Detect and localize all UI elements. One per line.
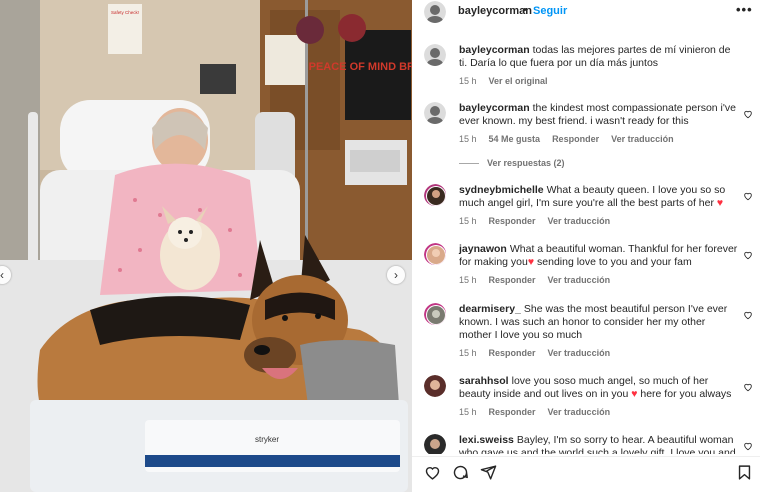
see-translation-link[interactable]: Ver traducción <box>548 407 611 417</box>
next-photo-button[interactable]: › <box>387 266 405 284</box>
comment-username-link[interactable]: jaynawon <box>459 243 507 255</box>
comment-meta: 15 h Responder Ver traducción <box>459 275 622 285</box>
comment-meta: 15 h Responder Ver traducción <box>459 407 622 417</box>
post-actions-bar <box>412 456 760 492</box>
like-comment-heart-icon[interactable] <box>743 310 753 320</box>
comment-body: bayleycorman todas las mejores partes de … <box>459 44 739 70</box>
bed-brand-text: stryker <box>255 435 279 444</box>
poster-text: PEACE OF MIND BRING IT <box>309 61 412 73</box>
comment-body: sarahhsol love you soso much angel, so mu… <box>459 375 739 401</box>
comment-likes[interactable]: 54 Me gusta <box>489 134 541 144</box>
like-comment-heart-icon[interactable] <box>743 441 753 451</box>
view-replies-label: Ver respuestas (2) <box>487 158 565 168</box>
comment-time[interactable]: 15 h <box>459 76 477 86</box>
hospital-photo-illustration: PEACE OF MIND BRING IT Safety Check! <box>0 0 412 492</box>
comment-meta: 15 h Ver el original <box>459 76 560 86</box>
see-original-link[interactable]: Ver el original <box>489 76 548 86</box>
heart-emoji: ♥ <box>631 388 638 400</box>
comment-body: bayleycorman the kindest most compassiona… <box>459 102 739 128</box>
comment-username-link[interactable]: dearmisery_ <box>459 303 521 315</box>
like-comment-heart-icon[interactable] <box>743 109 753 119</box>
see-translation-link[interactable]: Ver traducción <box>548 348 611 358</box>
comment-username-link[interactable]: sydneybmichelle <box>459 184 544 196</box>
author-avatar[interactable] <box>424 1 446 23</box>
comment-username-link[interactable]: sarahhsol <box>459 375 509 387</box>
post-sidebar: bayleycorman • Seguir ••• bayleycorman to… <box>412 0 760 492</box>
commenter-avatar[interactable] <box>424 434 446 454</box>
comment-time[interactable]: 15 h <box>459 407 477 417</box>
commenter-avatar[interactable] <box>424 375 446 397</box>
comment-time[interactable]: 15 h <box>459 275 477 285</box>
heart-icon[interactable] <box>424 464 441 481</box>
comment-body: sydneybmichelle What a beauty queen. I lo… <box>459 184 739 210</box>
heart-emoji: ♥ <box>527 256 535 268</box>
comment-time[interactable]: 15 h <box>459 216 477 226</box>
comment-meta: 15 h 54 Me gusta Responder Ver traducción <box>459 134 686 144</box>
see-translation-link[interactable]: Ver traducción <box>548 275 611 285</box>
commenter-avatar[interactable] <box>424 184 446 206</box>
comment-username-link[interactable]: bayleycorman <box>459 44 530 56</box>
commenter-avatar[interactable] <box>424 102 446 124</box>
comment-meta: 15 h Responder Ver traducción <box>459 348 622 358</box>
see-translation-link[interactable]: Ver traducción <box>548 216 611 226</box>
more-horizontal-icon[interactable]: ••• <box>736 2 753 17</box>
post-photo: PEACE OF MIND BRING IT Safety Check! <box>0 0 412 492</box>
post-header: bayleycorman • Seguir ••• <box>412 0 760 26</box>
replies-divider-line <box>459 163 479 165</box>
like-comment-heart-icon[interactable] <box>743 191 753 201</box>
comments-list: bayleycorman todas las mejores partes de … <box>412 38 760 454</box>
comment-body: jaynawon What a beautiful woman. Thankful… <box>459 243 739 269</box>
reply-button[interactable]: Responder <box>489 407 536 417</box>
like-comment-heart-icon[interactable] <box>743 382 753 392</box>
comment-body: dearmisery_ She was the most beautiful pe… <box>459 303 739 342</box>
comment-time[interactable]: 15 h <box>459 348 477 358</box>
separator-dot: • <box>523 4 527 16</box>
like-comment-heart-icon[interactable] <box>743 250 753 260</box>
comment-text-continued: here for you always <box>640 388 732 400</box>
reply-button[interactable]: Responder <box>489 348 536 358</box>
comment-body: lexi.sweiss Bayley, I'm so sorry to hear.… <box>459 434 739 454</box>
comment-time[interactable]: 15 h <box>459 134 477 144</box>
commenter-avatar[interactable] <box>424 243 446 265</box>
author-username-link[interactable]: bayleycorman <box>458 5 532 17</box>
comment-meta: 15 h Responder Ver traducción <box>459 216 622 226</box>
reply-button[interactable]: Responder <box>489 275 536 285</box>
commenter-avatar[interactable] <box>424 44 446 66</box>
comment-icon[interactable] <box>452 464 469 481</box>
comment-username-link[interactable]: bayleycorman <box>459 102 530 114</box>
comment-username-link[interactable]: lexi.sweiss <box>459 434 514 446</box>
send-icon[interactable] <box>480 464 497 481</box>
bookmark-icon[interactable] <box>736 464 753 481</box>
heart-emoji: ♥ <box>716 197 724 209</box>
reply-button[interactable]: Responder <box>489 216 536 226</box>
follow-button[interactable]: Seguir <box>533 5 567 17</box>
reply-button[interactable]: Responder <box>552 134 599 144</box>
comment-text-continued: sending love to you and your fam <box>537 256 692 268</box>
view-replies-button[interactable]: Ver respuestas (2) <box>459 158 565 168</box>
commenter-avatar[interactable] <box>424 303 446 325</box>
see-translation-link[interactable]: Ver traducción <box>611 134 674 144</box>
safety-sign-text: Safety Check! <box>111 10 139 15</box>
